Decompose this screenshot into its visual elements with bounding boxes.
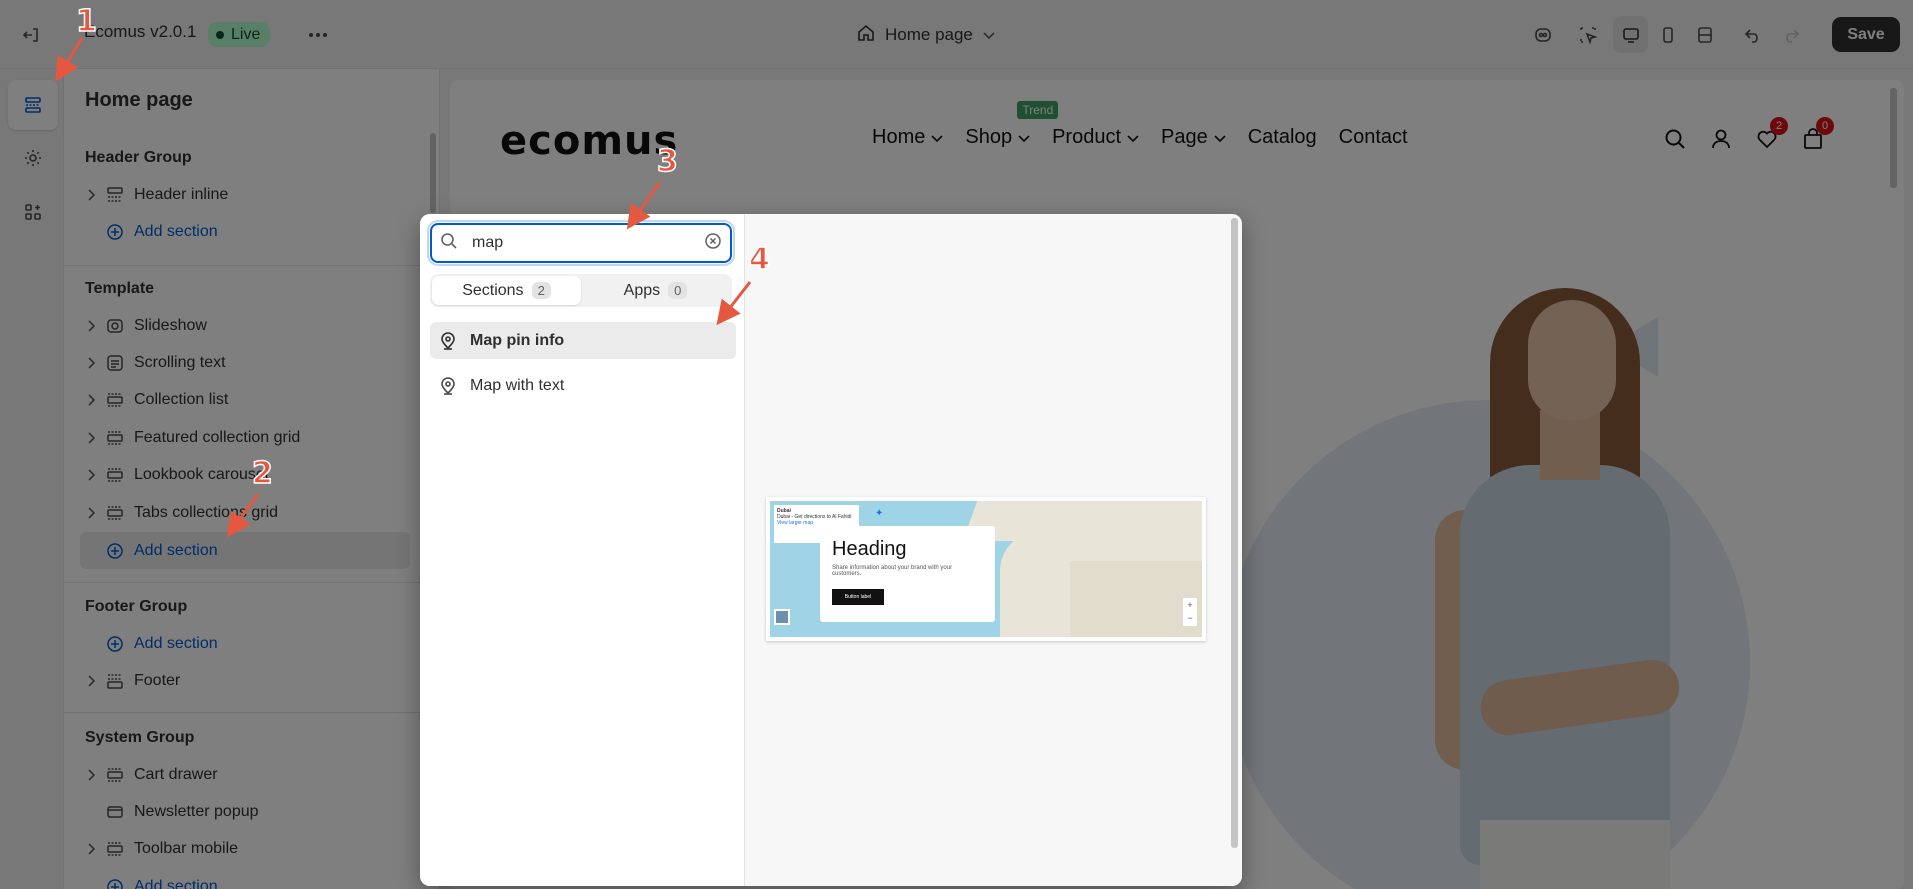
annotation-number: 1 (75, 3, 97, 40)
annotation-arrow-2 (226, 493, 260, 538)
annotation-arrow-1 (55, 37, 84, 82)
annotation-arrow-3 (626, 181, 662, 230)
annotation-number: 4 (748, 241, 770, 278)
annotation-arrow-4 (716, 281, 752, 326)
theme-editor: Ecomus v2.0.1 Live Home page Save (0, 0, 1913, 889)
annotation-number: 3 (656, 143, 678, 180)
annotation-number: 2 (251, 455, 273, 492)
annotation-arrows (55, 37, 752, 538)
